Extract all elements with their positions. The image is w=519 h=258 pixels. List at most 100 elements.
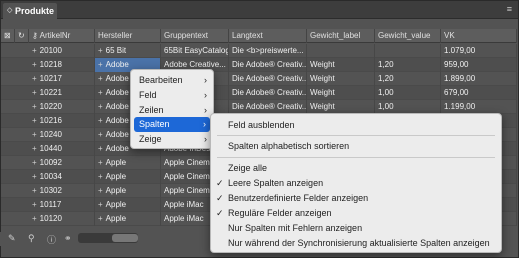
- expand-icon[interactable]: +: [32, 116, 37, 125]
- expand-icon[interactable]: +: [32, 46, 37, 55]
- submenu-item-synchronisierung[interactable]: Nur während der Synchronisierung aktuali…: [211, 236, 501, 251]
- table-cell-artikelnr[interactable]: +10216: [29, 114, 95, 128]
- table-cell-gewicht-value[interactable]: 1,20: [375, 72, 441, 86]
- table-cell-artikelnr[interactable]: +10221: [29, 86, 95, 100]
- menu-item-bearbeiten[interactable]: Bearbeiten ›: [131, 73, 213, 88]
- table-cell-gewicht-value[interactable]: [375, 44, 441, 58]
- header-langtext[interactable]: Langtext: [229, 29, 307, 43]
- expand-icon[interactable]: +: [98, 46, 103, 55]
- expand-icon[interactable]: +: [98, 158, 103, 167]
- expand-icon[interactable]: +: [32, 172, 37, 181]
- menu-item-feld[interactable]: Feld ›: [131, 88, 213, 103]
- table-cell-hersteller[interactable]: +65 Bit: [95, 44, 161, 58]
- close-icon[interactable]: ◇: [7, 3, 12, 19]
- pencil-icon[interactable]: ✎: [8, 233, 16, 244]
- table-row[interactable]: +10217 + Adobe Die Adobe® Creativ... Weight 1…: [1, 72, 517, 86]
- header-artikelnr[interactable]: ⚷ ArtikelNr: [29, 29, 95, 43]
- table-cell-artikelnr[interactable]: +10034: [29, 170, 95, 184]
- table-cell-artikelnr[interactable]: +10218: [29, 58, 95, 72]
- table-row[interactable]: +10221 + Adobe Die Adobe® Creativ... Weight 1…: [1, 86, 517, 100]
- expand-icon[interactable]: +: [98, 144, 103, 153]
- table-cell-gewicht-label[interactable]: Weight: [307, 72, 375, 86]
- expand-icon[interactable]: +: [32, 144, 37, 153]
- table-cell-artikelnr[interactable]: +20100: [29, 44, 95, 58]
- submenu-item-regulaere-felder[interactable]: ✓ Reguläre Felder anzeigen: [211, 206, 501, 221]
- expand-icon[interactable]: +: [98, 88, 103, 97]
- table-cell-artikelnr[interactable]: +10117: [29, 198, 95, 212]
- table-cell-vk[interactable]: 1.079,00: [441, 44, 517, 58]
- expand-icon[interactable]: +: [98, 116, 103, 125]
- table-cell-langtext[interactable]: Die Adobe® Creativ...: [229, 100, 307, 114]
- table-cell-langtext[interactable]: Die Adobe® Creativ...: [229, 86, 307, 100]
- table-cell-gewicht-label[interactable]: Weight: [307, 100, 375, 114]
- table-cell-artikelnr[interactable]: +10302: [29, 184, 95, 198]
- table-cell-hersteller[interactable]: + Apple: [95, 170, 161, 184]
- header-vk[interactable]: VK: [441, 29, 517, 43]
- table-cell-hersteller[interactable]: + Apple: [95, 184, 161, 198]
- submenu-item-feld-ausblenden[interactable]: Feld ausblenden: [211, 118, 501, 133]
- table-cell-langtext[interactable]: Die <b>preiswerte...: [229, 44, 307, 58]
- expand-icon[interactable]: +: [98, 102, 103, 111]
- expand-icon[interactable]: +: [32, 60, 37, 69]
- expand-icon[interactable]: +: [32, 74, 37, 83]
- table-cell-gewicht-label[interactable]: Weight: [307, 86, 375, 100]
- horizontal-scrollbar[interactable]: [112, 234, 138, 242]
- expand-icon[interactable]: +: [32, 200, 37, 209]
- submenu-item-zeige-alle[interactable]: Zeige alle: [211, 161, 501, 176]
- header-gewicht-label[interactable]: Gewicht_label: [307, 29, 375, 43]
- expand-icon[interactable]: +: [98, 172, 103, 181]
- expand-icon[interactable]: +: [32, 186, 37, 195]
- link-icon[interactable]: ⚭: [64, 233, 72, 244]
- expand-icon[interactable]: +: [98, 214, 103, 223]
- menu-item-zeilen[interactable]: Zeilen ›: [131, 103, 213, 118]
- tab-produkte[interactable]: ◇ Produkte: [3, 3, 57, 19]
- expand-icon[interactable]: +: [98, 200, 103, 209]
- table-cell-langtext[interactable]: Die Adobe® Creativ...: [229, 72, 307, 86]
- expand-icon[interactable]: +: [98, 74, 103, 83]
- table-row[interactable]: +20100 +65 Bit 65Bit EasyCatalog Die <b>pre…: [1, 44, 517, 58]
- table-cell-vk[interactable]: 1.899,00: [441, 72, 517, 86]
- table-cell-langtext[interactable]: Die Adobe® Creativ...: [229, 58, 307, 72]
- expand-icon[interactable]: +: [32, 158, 37, 167]
- expand-icon[interactable]: +: [98, 60, 103, 69]
- table-cell-vk[interactable]: 679,00: [441, 86, 517, 100]
- table-cell-gewicht-value[interactable]: 1,20: [375, 58, 441, 72]
- table-cell-artikelnr[interactable]: +10220: [29, 100, 95, 114]
- table-cell-gewicht-value[interactable]: 1,00: [375, 100, 441, 114]
- select-all-icon[interactable]: ⊠: [1, 29, 15, 43]
- expand-icon[interactable]: +: [32, 130, 37, 139]
- menu-item-zeige[interactable]: Zeige ›: [131, 132, 213, 147]
- table-cell-gewicht-label[interactable]: [307, 44, 375, 58]
- table-cell-vk[interactable]: 1.199,00: [441, 100, 517, 114]
- refresh-icon[interactable]: ↻: [15, 29, 29, 43]
- submenu-item-spalten-sortieren[interactable]: Spalten alphabetisch sortieren: [211, 139, 501, 154]
- table-row[interactable]: +10218 + Adobe Adobe Creative... Die Adobe® …: [1, 58, 517, 72]
- info-icon[interactable]: ⓘ: [47, 233, 56, 246]
- table-cell-vk[interactable]: 959,00: [441, 58, 517, 72]
- expand-icon[interactable]: +: [98, 130, 103, 139]
- table-cell-artikelnr[interactable]: +10092: [29, 156, 95, 170]
- table-cell-artikelnr[interactable]: +10120: [29, 212, 95, 226]
- table-cell-artikelnr[interactable]: +10240: [29, 128, 95, 142]
- table-cell-hersteller[interactable]: + Apple: [95, 198, 161, 212]
- table-cell-gewicht-value[interactable]: 1,00: [375, 86, 441, 100]
- submenu-item-leere-spalten[interactable]: ✓ Leere Spalten anzeigen: [211, 176, 501, 191]
- header-hersteller[interactable]: Hersteller: [95, 29, 161, 43]
- expand-icon[interactable]: +: [98, 186, 103, 195]
- table-cell-artikelnr[interactable]: +10440: [29, 142, 95, 156]
- submenu-item-benutzerdefinierte-felder[interactable]: ✓ Benutzerdefinierte Felder anzeigen: [211, 191, 501, 206]
- submenu-item-spalten-fehler[interactable]: Nur Spalten mit Fehlern anzeigen: [211, 221, 501, 236]
- search-icon[interactable]: ⚲: [28, 233, 35, 244]
- header-gewicht-value[interactable]: Gewicht_value: [375, 29, 441, 43]
- header-gruppentext[interactable]: Gruppentext: [161, 29, 229, 43]
- table-cell-hersteller[interactable]: + Apple: [95, 212, 161, 226]
- expand-icon[interactable]: +: [32, 214, 37, 223]
- table-cell-hersteller[interactable]: + Apple: [95, 156, 161, 170]
- expand-icon[interactable]: +: [32, 102, 37, 111]
- panel-menu-icon[interactable]: ≡: [507, 4, 512, 14]
- table-cell-artikelnr[interactable]: +10217: [29, 72, 95, 86]
- expand-icon[interactable]: +: [32, 88, 37, 97]
- menu-item-spalten[interactable]: Spalten ›: [134, 117, 210, 132]
- table-row[interactable]: +10220 + Adobe Die Adobe® Creativ... Weight 1…: [1, 100, 517, 114]
- table-cell-gruppentext[interactable]: 65Bit EasyCatalog: [161, 44, 229, 58]
